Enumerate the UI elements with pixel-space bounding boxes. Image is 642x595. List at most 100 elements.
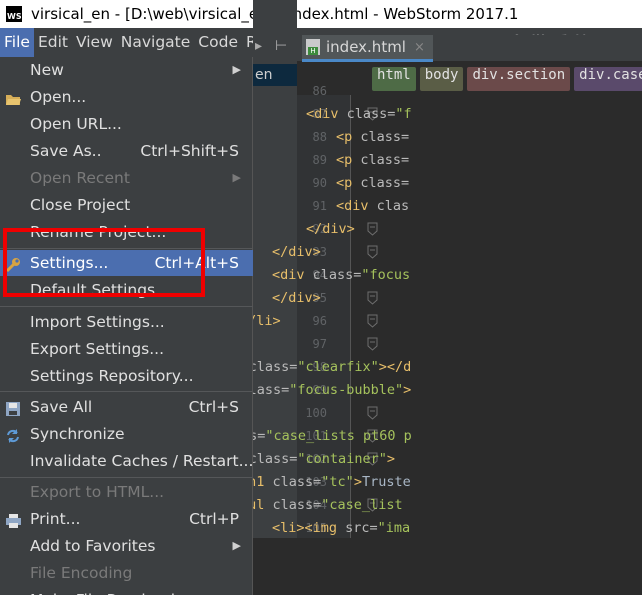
code-token: class= xyxy=(360,175,410,191)
settings-gear-icon[interactable]: ▸ xyxy=(255,38,262,54)
fold-marker-icon[interactable] xyxy=(367,291,378,305)
code-line[interactable]: 93 </div> xyxy=(272,241,642,264)
code-token: "focus xyxy=(361,267,411,283)
code-line[interactable]: 100</div> xyxy=(176,402,642,425)
code-token: "tc" xyxy=(321,474,354,490)
code-token: "focus-bubble" xyxy=(289,382,404,398)
code-line[interactable]: 86 xyxy=(297,80,642,103)
code-text: <div clas xyxy=(336,195,409,218)
code-line[interactable]: 94 <div class="focus xyxy=(272,264,642,287)
menu-file[interactable]: File xyxy=(0,28,34,57)
project-tree-item-selected[interactable]: en xyxy=(253,64,297,86)
line-number: 90 xyxy=(312,176,327,190)
menu-item-save-all[interactable]: Save All Ctrl+S xyxy=(0,394,253,420)
menu-item-add-favorites[interactable]: Add to Favorites ▶ xyxy=(0,533,253,559)
menu-view[interactable]: View xyxy=(72,28,117,57)
code-token: class= xyxy=(360,129,410,145)
menu-item-print[interactable]: Print... Ctrl+P xyxy=(0,506,253,532)
sync-icon xyxy=(5,426,22,443)
line-number: 86 xyxy=(312,84,327,98)
code-line[interactable]: 96 </li> xyxy=(240,310,642,333)
shortcut-label: Ctrl+S xyxy=(188,398,239,416)
menu-navigate[interactable]: Navigate xyxy=(117,28,195,57)
code-text: <div class="f xyxy=(306,103,412,126)
code-line[interactable]: 102<div class="container"> xyxy=(208,448,642,471)
folder-icon xyxy=(5,89,22,105)
fold-marker-icon[interactable] xyxy=(367,406,378,420)
code-text: <p class= xyxy=(336,172,409,195)
code-text: <li><img src="ima xyxy=(272,517,410,540)
code-line[interactable]: 104 <ul class="case_list xyxy=(240,494,642,517)
webstorm-logo-icon: WS xyxy=(6,6,22,22)
line-number: 91 xyxy=(312,199,327,213)
menu-item-import-settings[interactable]: Import Settings... xyxy=(0,309,253,335)
menu-item-open[interactable]: Open... xyxy=(0,84,253,110)
fold-marker-icon[interactable] xyxy=(367,245,378,259)
menu-code[interactable]: Code xyxy=(194,28,242,57)
project-toolbar: ▸ ⊢ xyxy=(253,36,297,58)
menu-item-synchronize[interactable]: Synchronize xyxy=(0,421,253,447)
code-token: <div xyxy=(306,106,347,122)
code-line[interactable]: 105 <li><img src="ima xyxy=(272,517,642,540)
fold-marker-icon[interactable] xyxy=(367,314,378,328)
code-line[interactable]: 91 <div clas xyxy=(297,195,642,218)
menu-item-invalidate-caches[interactable]: Invalidate Caches / Restart... xyxy=(0,448,253,474)
code-token: <li><img xyxy=(272,520,346,536)
menu-item-save-as[interactable]: Save As.. Ctrl+Shift+S xyxy=(0,138,253,164)
collapse-icon[interactable]: ⊢ xyxy=(275,38,287,54)
code-token: class= xyxy=(272,497,322,513)
code-token: "ima xyxy=(377,520,411,536)
submenu-arrow-icon: ▶ xyxy=(232,63,241,76)
menu-item-open-url[interactable]: Open URL... xyxy=(0,111,253,137)
code-token: class= xyxy=(248,359,298,375)
code-token: > xyxy=(403,382,412,398)
menu-item-export-html: Export to HTML... xyxy=(30,483,165,501)
menu-separator xyxy=(0,477,253,478)
code-token: class= xyxy=(312,267,362,283)
code-token: src= xyxy=(345,520,378,536)
code-text: <p class= xyxy=(336,126,409,149)
code-line[interactable]: 97</ul> xyxy=(208,333,642,356)
line-number: 89 xyxy=(312,153,327,167)
menu-item-settings-repository[interactable]: Settings Repository... xyxy=(0,363,253,389)
code-text: <h1 class="tc">Truste xyxy=(240,471,411,494)
code-token: Truste xyxy=(361,474,411,490)
code-line[interactable]: 90 <p class= xyxy=(297,172,642,195)
tab-label: index.html xyxy=(326,38,406,56)
menu-item-new[interactable]: New ▶ xyxy=(0,57,253,83)
fold-marker-icon[interactable] xyxy=(367,222,378,236)
menu-item-close-project[interactable]: Close Project xyxy=(0,192,253,218)
line-number: 88 xyxy=(312,130,327,144)
code-line[interactable]: 89 <p class= xyxy=(297,149,642,172)
code-line[interactable]: 99<ul class="focus-bubble"> xyxy=(208,379,642,402)
code-token: ></d xyxy=(378,359,412,375)
code-text: <ul class="case_list xyxy=(240,494,403,517)
close-icon[interactable]: × xyxy=(414,40,425,55)
code-line[interactable]: 92 </div> xyxy=(297,218,642,241)
menu-item-make-readonly[interactable]: Make File Read-only xyxy=(0,587,253,595)
code-line[interactable]: 98<div class="clearfix"></d xyxy=(208,356,642,379)
code-text: </div> xyxy=(272,287,321,310)
code-line[interactable]: 103 <h1 class="tc">Truste xyxy=(240,471,642,494)
code-text: <div class="focus xyxy=(272,264,410,287)
code-token: <div xyxy=(272,267,313,283)
line-number: 100 xyxy=(305,406,327,420)
code-token: > xyxy=(353,474,362,490)
code-line[interactable]: 87 <div class="f xyxy=(297,103,642,126)
code-token: class= xyxy=(346,106,396,122)
menu-item-export-settings[interactable]: Export Settings... xyxy=(0,336,253,362)
code-token: "clearfix" xyxy=(297,359,379,375)
code-line[interactable]: 95 </div> xyxy=(272,287,642,310)
code-token: class= xyxy=(360,152,410,168)
code-text: </div> xyxy=(306,218,355,241)
menu-separator xyxy=(0,391,253,392)
code-line[interactable]: 101<div class="case_lists pt60 p xyxy=(176,425,642,448)
fold-marker-icon[interactable] xyxy=(367,337,378,351)
code-token: > xyxy=(386,451,395,467)
tab-index-html[interactable]: index.html × xyxy=(302,35,433,62)
menu-edit[interactable]: Edit xyxy=(34,28,72,57)
save-disk-icon xyxy=(5,399,22,416)
code-line[interactable]: 88 <p class= xyxy=(297,126,642,149)
line-number: 97 xyxy=(312,337,327,351)
code-token: "f xyxy=(395,106,412,122)
